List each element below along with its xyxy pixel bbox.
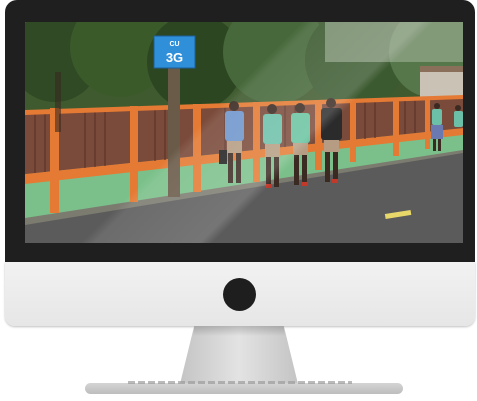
utility-pole: [168, 62, 180, 197]
monitor-base: [85, 383, 403, 394]
network-sign: CU 3G: [153, 35, 196, 69]
stand-shadow: [192, 326, 286, 336]
sign-main-text: 3G: [166, 50, 183, 65]
power-button-icon[interactable]: [223, 278, 256, 311]
street-photo: CU 3G: [25, 22, 463, 243]
sign-top-text: CU: [169, 41, 179, 48]
sky-patch: [325, 22, 463, 62]
base-edge-detail: [128, 381, 352, 384]
monitor-screen: CU 3G: [25, 22, 463, 243]
